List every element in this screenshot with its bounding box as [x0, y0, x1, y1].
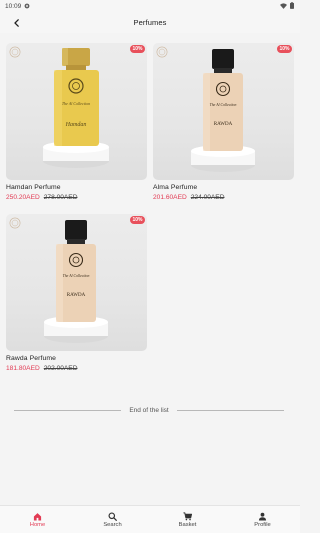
page-title: Perfumes — [133, 18, 167, 27]
svg-text:The Al Collection: The Al Collection — [62, 101, 90, 106]
product-image: 10% The Al Collection Hamdan — [6, 43, 147, 180]
home-icon — [33, 512, 42, 521]
nav-home[interactable]: Home — [0, 506, 75, 533]
app-bar: Perfumes — [0, 12, 300, 33]
product-prices: 250.20AED 278.00AED — [6, 194, 147, 201]
nav-profile-label: Profile — [254, 521, 271, 528]
nav-home-label: Home — [29, 521, 46, 528]
product-card[interactable]: 10% The Al Collection RAWDA Alma Perfume… — [153, 43, 294, 205]
product-image: 10% The Al Collection RAWDA — [6, 214, 147, 351]
perfume-bottle-image: The Al Collection RAWDA — [191, 49, 255, 172]
svg-text:RAWDA: RAWDA — [214, 122, 233, 127]
product-prices: 201.60AED 224.00AED — [153, 194, 294, 201]
product-image: 10% The Al Collection RAWDA — [153, 43, 294, 180]
back-button[interactable] — [10, 16, 24, 30]
person-icon — [258, 512, 267, 521]
status-time: 10:09 — [5, 3, 22, 10]
status-bar: 10:09 — [0, 0, 300, 12]
product-price: 201.60AED — [153, 194, 187, 201]
search-icon — [108, 511, 117, 521]
svg-text:RAWDA: RAWDA — [67, 293, 86, 298]
product-card[interactable]: 10% The Al Collection Hamdan Hamdan Perf… — [6, 43, 147, 205]
product-prices: 181.80AED 202.00AED — [6, 365, 147, 372]
nav-profile[interactable]: Profile — [225, 506, 300, 533]
end-of-list-text: End of the list — [129, 407, 169, 414]
nav-basket-label: Basket — [178, 521, 197, 528]
battery-icon — [290, 2, 294, 11]
settings-icon — [24, 3, 30, 11]
product-grid: 10% The Al Collection Hamdan Hamdan Perf… — [6, 43, 294, 376]
cart-icon — [183, 511, 192, 520]
perfume-bottle-image: The Al Collection RAWDA — [44, 220, 108, 343]
svg-text:The Al Collection: The Al Collection — [63, 274, 90, 278]
end-of-list-divider: End of the list — [14, 407, 285, 414]
product-name: Rawda Perfume — [6, 355, 57, 362]
product-old-price: 224.00AED — [190, 194, 225, 201]
nav-search[interactable]: Search — [75, 506, 150, 533]
product-name: Hamdan Perfume — [6, 184, 61, 191]
svg-text:The Al Collection: The Al Collection — [210, 103, 237, 107]
product-price: 250.20AED — [6, 194, 40, 201]
nav-search-label: Search — [103, 521, 122, 528]
bottom-navigation: Home Search Basket Profile — [0, 505, 300, 533]
divider-line — [14, 410, 122, 411]
product-name: Alma Perfume — [153, 184, 198, 191]
product-price: 181.80AED — [6, 365, 40, 372]
svg-text:Hamdan: Hamdan — [65, 122, 87, 128]
product-card[interactable]: 10% The Al Collection RAWDA Rawda Perfum… — [6, 214, 147, 376]
divider-line — [176, 410, 285, 411]
perfume-bottle-image: The Al Collection Hamdan — [43, 48, 109, 168]
arrow-back-icon — [14, 19, 19, 27]
product-old-price: 278.00AED — [43, 194, 78, 201]
wifi-icon — [280, 2, 287, 11]
product-old-price: 202.00AED — [43, 365, 78, 372]
nav-basket[interactable]: Basket — [150, 506, 225, 533]
